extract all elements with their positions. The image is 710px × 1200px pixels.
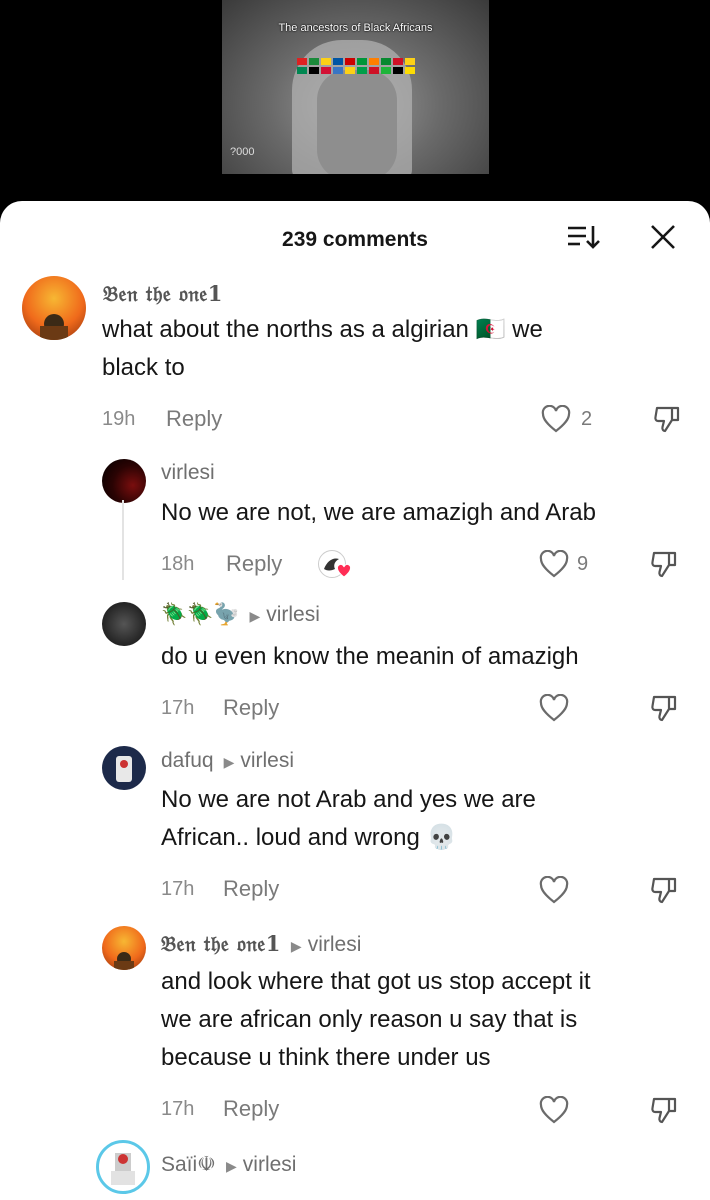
creator-liked-badge [318,548,352,580]
comment-text-line2: African.. loud and wrong 💀 [161,824,457,851]
comment-time: 17h [161,697,195,719]
dislike-icon[interactable] [649,875,679,905]
like-count: 9 [577,553,589,575]
avatar[interactable] [102,459,146,503]
thread-line [122,500,124,580]
comment-time: 17h [161,878,195,900]
comment-text-line2: black to [102,354,185,381]
heart-icon[interactable] [541,405,571,433]
reply-to[interactable]: virlesi [243,1153,297,1176]
comment-time: 19h [102,408,136,430]
close-icon[interactable] [648,222,678,252]
comment-time: 17h [161,1098,195,1120]
reply-button[interactable]: Reply [223,1096,279,1122]
heart-icon[interactable] [539,550,569,578]
reply-button[interactable]: Reply [223,695,279,721]
reply-to[interactable]: virlesi [240,749,294,772]
video-figure-2 [317,70,397,174]
reply-button[interactable]: Reply [166,406,222,432]
dislike-icon[interactable] [649,549,679,579]
video-caption: The ancestors of Black Africans [278,22,433,34]
comment-text: No we are not Arab and yes we are [161,786,536,813]
comment-author-row: dafuq ▶ virlesi [161,749,294,773]
comment-text: and look where that got us stop accept i… [161,968,591,995]
small-heart-icon [336,564,352,578]
avatar[interactable] [96,1140,150,1194]
comment-time: 18h [161,553,195,575]
comment-author-row: 🪲🪲🦤 ▶ virlesi [161,603,320,627]
comment-author[interactable]: Saïi☫ [161,1153,216,1176]
comment-author[interactable]: 🪲🪲🦤 [161,603,239,626]
reply-arrow-icon: ▶ [223,754,235,770]
sort-icon[interactable] [566,222,600,252]
reply-to[interactable]: virlesi [266,603,320,626]
heart-icon[interactable] [539,876,569,904]
avatar[interactable] [102,746,146,790]
dislike-icon[interactable] [649,1095,679,1125]
comment-author[interactable]: 𝔅𝔢𝔫 𝔱𝔥𝔢 𝔬𝔫𝔢1 [161,931,281,956]
dislike-icon[interactable] [649,693,679,723]
flag-row [297,58,415,74]
comment-text-line3: because u think there under us [161,1044,491,1071]
avatar[interactable] [102,926,146,970]
comment-text: No we are not, we are amazigh and Arab [161,499,596,526]
video-thumbnail[interactable]: The ancestors of Black Africans ?000 [222,0,489,174]
comment-count: 239 comments [282,228,428,251]
reply-button[interactable]: Reply [223,876,279,902]
comment-text-line2: we are african only reason u say that is [161,1006,578,1033]
avatar[interactable] [22,276,86,340]
comment-text: what about the norths as a algirian 🇩🇿 w… [102,316,543,343]
comment-author-row: 𝔅𝔢𝔫 𝔱𝔥𝔢 𝔬𝔫𝔢1 ▶ virlesi [161,931,361,957]
reply-arrow-icon: ▶ [290,938,302,954]
heart-icon[interactable] [539,694,569,722]
comment-author-row: Saïi☫ ▶ virlesi [161,1152,296,1177]
like-count: 2 [581,408,593,430]
comment-author[interactable]: 𝔅𝔢𝔫 𝔱𝔥𝔢 𝔬𝔫𝔢1 [103,281,223,307]
video-bottom-text: ?000 [230,146,255,158]
reply-to[interactable]: virlesi [308,933,362,956]
comment-text: do u even know the meanin of amazigh [161,643,579,670]
dislike-icon[interactable] [652,404,682,434]
avatar[interactable] [102,602,146,646]
comment-author[interactable]: virlesi [161,461,215,485]
comment-author[interactable]: dafuq [161,749,214,772]
reply-button[interactable]: Reply [226,551,282,577]
reply-arrow-icon: ▶ [226,1158,237,1174]
reply-arrow-icon: ▶ [249,608,261,624]
heart-icon[interactable] [539,1096,569,1124]
